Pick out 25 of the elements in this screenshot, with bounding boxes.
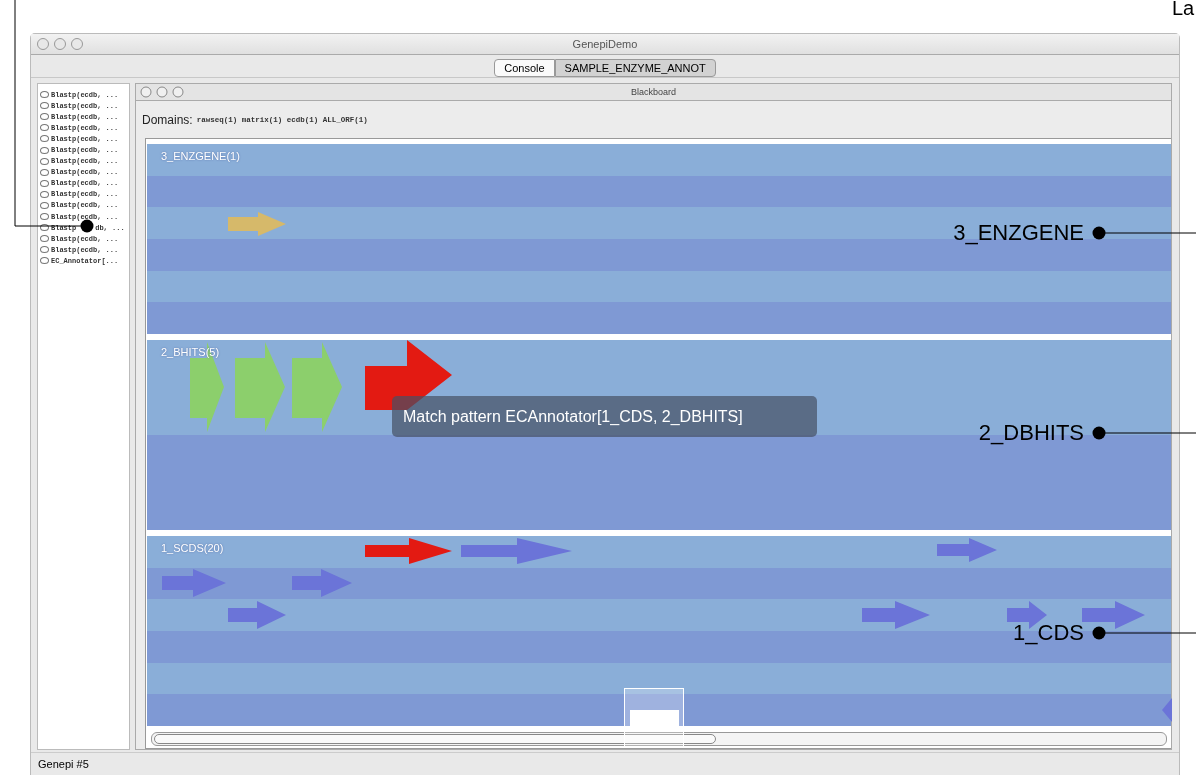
track-label: 3_ENZGENE(1) <box>161 150 240 162</box>
window-title: Blackboard <box>631 87 676 97</box>
feature-arrow <box>1082 601 1145 629</box>
tab[interactable]: SAMPLE_ENZYME_ANNOT <box>554 59 716 77</box>
horizontal-scrollbar[interactable] <box>151 732 1167 746</box>
feature-arrow <box>162 569 226 597</box>
tooltip: Match pattern ECAnnotator[1_CDS, 2_DBHITS] <box>392 396 817 437</box>
feature-arrow <box>228 601 286 629</box>
window-title: GenepiDemo <box>572 38 638 50</box>
callout-label: La <box>1172 0 1195 18</box>
domains-label: Domains: <box>142 112 193 127</box>
tab[interactable]: Console <box>494 59 555 77</box>
window-controls-icon[interactable] <box>140 86 186 98</box>
window-controls-icon[interactable] <box>36 37 86 51</box>
feature-arrow <box>1162 698 1172 722</box>
callout-label: 1_CDS <box>1013 619 1084 647</box>
scroll-thumb[interactable] <box>154 734 716 744</box>
callout-label: 2_DBHITS <box>978 419 1084 447</box>
callout-label: 3_ENZGENE <box>953 219 1084 247</box>
feature-arrow <box>937 538 997 562</box>
track-label: 1_SCDS(20) <box>161 542 224 554</box>
feature-arrow <box>228 212 286 236</box>
status-text: Genepi #5 <box>38 758 89 770</box>
feature-arrow <box>862 601 930 629</box>
feature-arrow <box>292 569 352 597</box>
